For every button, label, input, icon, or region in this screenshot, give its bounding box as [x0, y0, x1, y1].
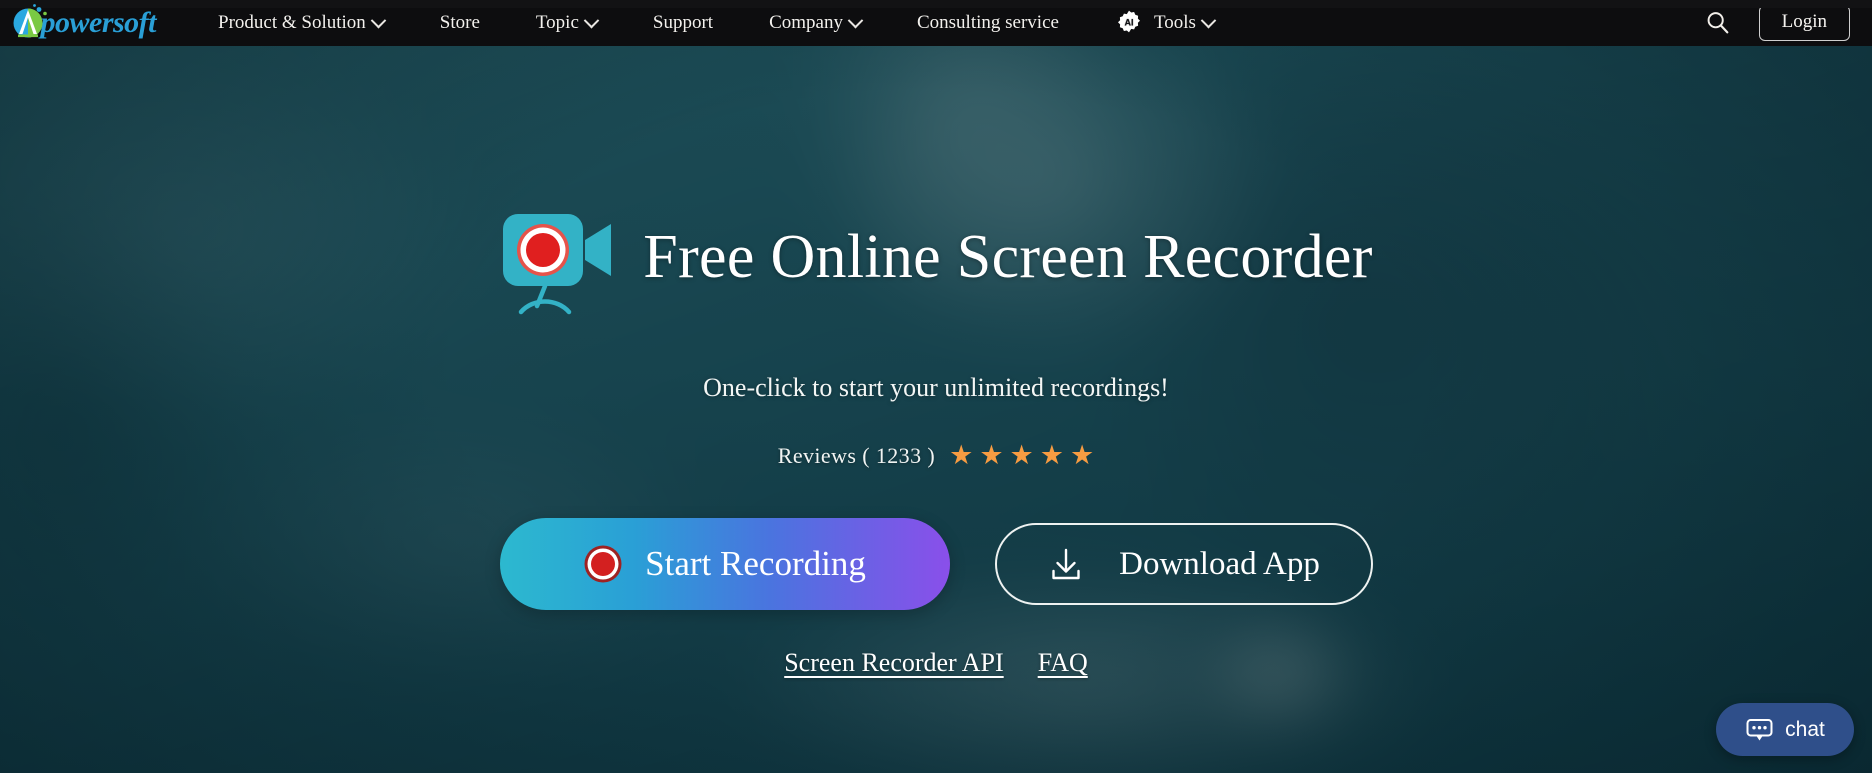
reviews-label: Reviews ( 1233 ) — [777, 442, 936, 468]
chevron-down-icon — [370, 12, 387, 28]
nav-item-product-solution[interactable]: Product & Solution — [218, 12, 387, 34]
chat-bubble-icon — [1745, 715, 1774, 744]
hero-links-row: Screen Recorder API FAQ — [0, 648, 1872, 678]
nav-item-company[interactable]: Company — [769, 12, 864, 34]
apowersoft-logo-icon — [8, 3, 54, 43]
hero-title-row: Free Online Screen Recorder — [0, 196, 1872, 318]
top-navigation-bar: apowersoft Product & Solution Store Topi… — [0, 0, 1872, 46]
star-icon: ★ — [1009, 440, 1034, 470]
nav-label: Support — [652, 12, 714, 33]
chevron-down-icon — [847, 12, 864, 28]
download-app-button[interactable]: Download App — [994, 523, 1373, 605]
cta-row: Start Recording Download App — [0, 518, 1872, 610]
ai-gear-icon: AI — [1115, 9, 1143, 37]
nav-label: Product & Solution — [218, 12, 366, 33]
nav-item-consulting-service[interactable]: Consulting service — [917, 12, 1059, 34]
nav-label: Store — [439, 12, 480, 33]
screen-recorder-api-link[interactable]: Screen Recorder API — [784, 648, 1003, 678]
search-icon[interactable] — [1703, 8, 1733, 38]
star-icon: ★ — [1069, 440, 1095, 470]
reviews-row: Reviews ( 1233 ) ★ ★ ★ ★ ★ — [0, 442, 1872, 469]
nav-item-support[interactable]: Support — [653, 12, 713, 34]
hero-subtitle: One-click to start your unlimited record… — [703, 373, 1169, 402]
video-camera-record-icon — [499, 202, 617, 318]
chat-label: chat — [1785, 717, 1825, 741]
nav-item-ai-tools[interactable]: AI Tools — [1115, 9, 1217, 37]
nav-item-store[interactable]: Store — [440, 12, 480, 34]
site-logo[interactable]: apowersoft — [0, 0, 200, 46]
nav-top-strip — [0, 0, 1872, 8]
start-recording-label: Start Recording — [645, 544, 866, 583]
page-title: Free Online Screen Recorder — [643, 223, 1373, 291]
star-icon: ★ — [979, 440, 1004, 470]
download-tray-icon — [1047, 545, 1085, 583]
start-recording-button[interactable]: Start Recording — [499, 518, 950, 610]
hero-section: Free Online Screen Recorder One-click to… — [0, 46, 1872, 773]
faq-link[interactable]: FAQ — [1038, 648, 1088, 678]
nav-label: Tools — [1153, 12, 1196, 33]
record-circle-icon — [583, 544, 623, 584]
download-app-label: Download App — [1119, 545, 1320, 582]
nav-label: Company — [769, 12, 843, 33]
star-rating: ★ ★ ★ ★ ★ — [949, 442, 1094, 469]
hero-content: Free Online Screen Recorder One-click to… — [0, 46, 1872, 773]
nav-right-actions: Login — [1703, 5, 1872, 41]
nav-label: Consulting service — [916, 12, 1059, 33]
nav-item-topic[interactable]: Topic — [535, 12, 600, 34]
nav-menu: Product & Solution Store Topic Support C… — [218, 9, 1703, 37]
star-icon: ★ — [949, 440, 974, 470]
chevron-down-icon — [1200, 12, 1217, 28]
svg-text:AI: AI — [1124, 17, 1133, 27]
chevron-down-icon — [583, 12, 600, 28]
star-icon: ★ — [1039, 440, 1064, 470]
nav-label: Topic — [535, 12, 579, 33]
chat-widget-button[interactable]: chat — [1716, 703, 1854, 756]
login-button[interactable]: Login — [1758, 5, 1850, 41]
